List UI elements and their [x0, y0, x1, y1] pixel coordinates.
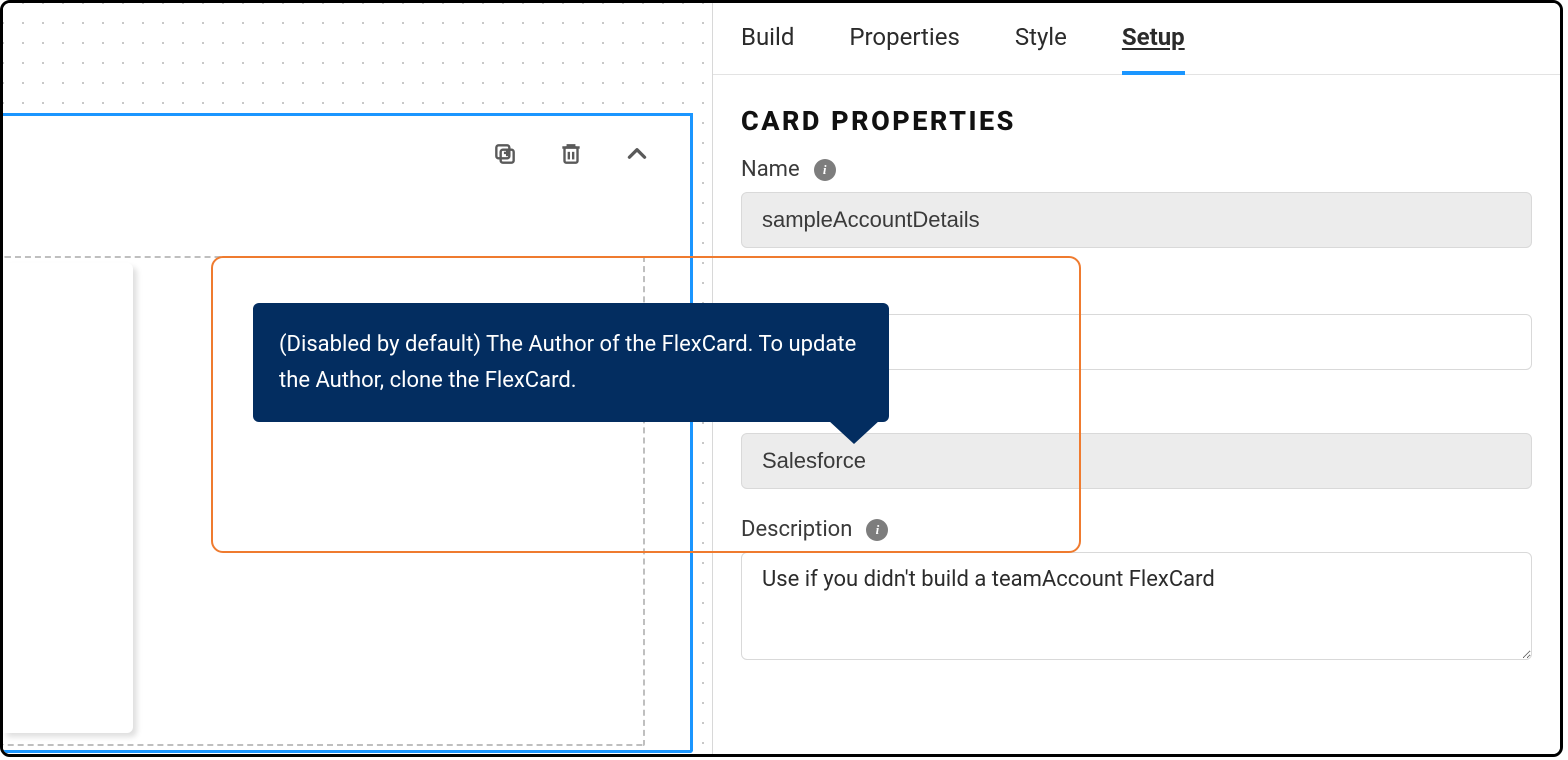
panel-tabs: Build Properties Style Setup: [713, 3, 1560, 75]
name-input: [741, 192, 1532, 248]
tab-setup[interactable]: Setup: [1122, 23, 1185, 75]
tooltip-text: (Disabled by default) The Author of the …: [279, 332, 856, 393]
collapse-icon[interactable]: [624, 141, 650, 167]
field-name: Name i: [741, 157, 1532, 248]
delete-icon[interactable]: [558, 141, 584, 167]
info-icon[interactable]: i: [814, 159, 836, 181]
tab-build[interactable]: Build: [741, 23, 794, 74]
app-frame: Build Properties Style Setup CARD PROPER…: [0, 0, 1563, 757]
field-description-label-row: Description i: [741, 517, 1532, 542]
field-name-label-row: Name i: [741, 157, 1532, 182]
author-tooltip: (Disabled by default) The Author of the …: [253, 303, 889, 422]
card-selection-outline[interactable]: [3, 113, 693, 753]
field-description: Description i: [741, 517, 1532, 664]
info-icon[interactable]: i: [866, 519, 888, 541]
field-description-label: Description: [741, 517, 852, 542]
field-name-label: Name: [741, 157, 800, 182]
clone-icon[interactable]: [492, 141, 518, 167]
panel-title: CARD PROPERTIES: [741, 105, 1532, 137]
tab-properties[interactable]: Properties: [849, 23, 959, 74]
card-element-placeholder[interactable]: [3, 263, 133, 733]
tab-style[interactable]: Style: [1015, 23, 1067, 74]
description-input[interactable]: [741, 552, 1532, 660]
card-toolbar: [492, 141, 650, 167]
